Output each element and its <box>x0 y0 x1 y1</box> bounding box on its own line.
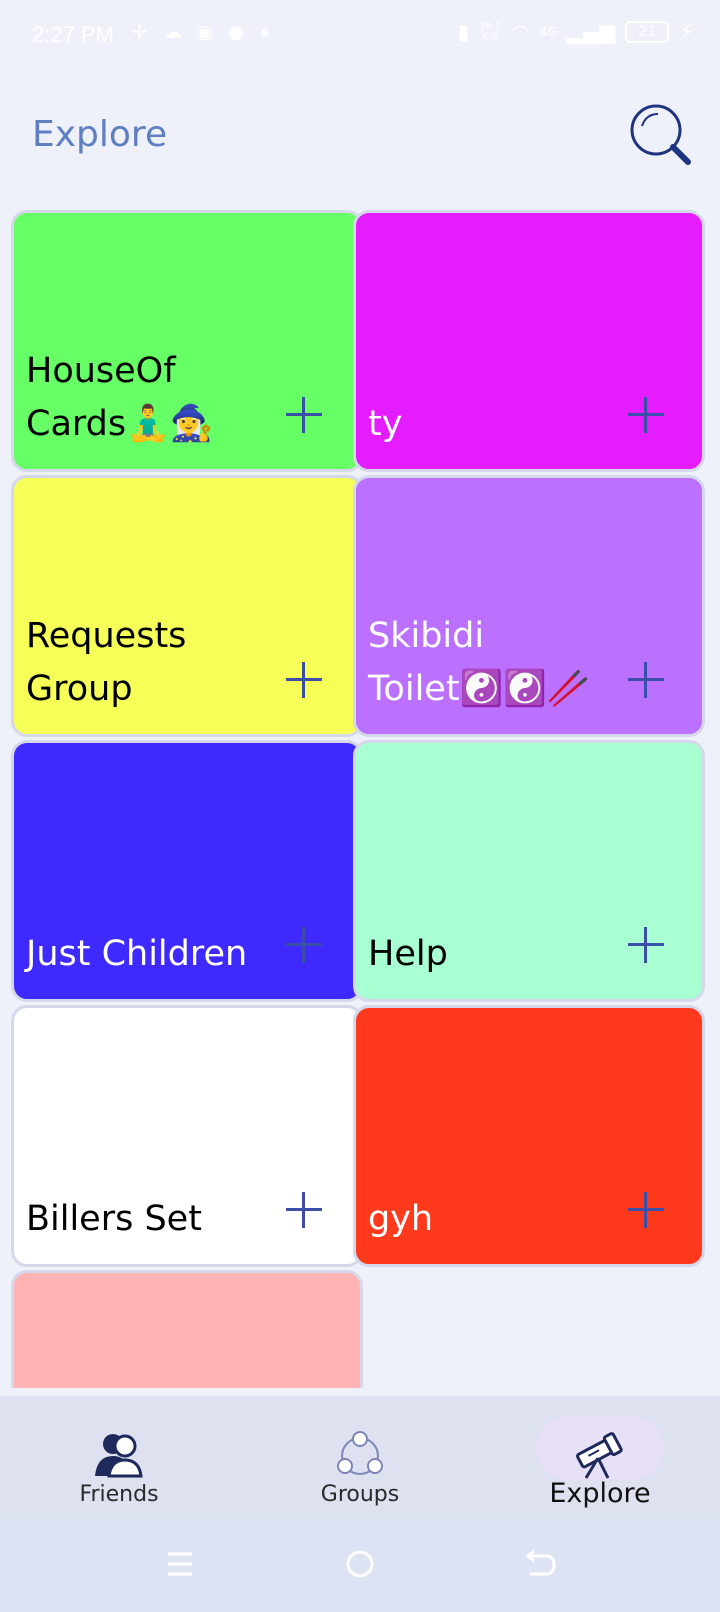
home-button[interactable] <box>340 1544 380 1584</box>
group-card[interactable]: ty <box>353 210 705 472</box>
add-group-icon[interactable] <box>628 662 664 698</box>
nav-label-explore: Explore <box>549 1478 651 1509</box>
group-card[interactable]: HouseOf Cards🧘‍♂️🧙‍♀️ <box>11 210 363 472</box>
group-title: Requests Group <box>26 616 187 709</box>
group-card[interactable]: Help <box>353 740 705 1002</box>
nav-label-friends: Friends <box>79 1482 159 1507</box>
group-card[interactable]: Billers Set <box>11 1005 363 1267</box>
add-group-icon[interactable] <box>286 1192 322 1228</box>
back-icon <box>525 1549 556 1576</box>
group-title: HouseOf Cards🧘‍♂️🧙‍♀️ <box>26 351 214 444</box>
add-group-icon[interactable] <box>628 397 664 433</box>
group-title: Help <box>368 934 448 974</box>
menu-icon <box>168 1552 192 1576</box>
status-bar: 2:27 PM ✢ ☁ ▣ ● ● ▮ 36.7 K/S ◠ 4G ▂▄▆ 21… <box>0 0 720 72</box>
status-right: ▮ 36.7 K/S ◠ 4G ▂▄▆ 21 ⚡ <box>458 20 694 44</box>
friends-icon <box>95 1434 143 1478</box>
home-icon <box>346 1550 374 1578</box>
menu-button[interactable] <box>160 1544 200 1584</box>
telescope-icon <box>576 1432 623 1479</box>
header: Explore <box>0 96 720 176</box>
signal-icon: ▂▄▆ <box>566 20 616 44</box>
speed-value: 36.7 <box>479 21 502 32</box>
nav-label-groups: Groups <box>320 1482 400 1507</box>
notification-icons: ✢ ☁ ▣ ● ● <box>132 24 280 42</box>
group-card[interactable]: Just Children <box>11 740 363 1002</box>
add-group-icon[interactable] <box>286 927 322 963</box>
back-button[interactable] <box>520 1544 560 1584</box>
add-group-icon[interactable] <box>628 927 664 963</box>
fan-icon: ✢ <box>132 22 148 43</box>
page-title: Explore <box>32 114 168 155</box>
search-button[interactable] <box>628 102 694 168</box>
bottom-nav: Friends Groups Explore <box>0 1396 720 1516</box>
dot-icon: ● <box>260 27 269 38</box>
chat-icon: ● <box>228 22 244 43</box>
group-card[interactable] <box>11 1270 363 1388</box>
groups-grid: HouseOf Cards🧘‍♂️🧙‍♀️ ty Requests Group … <box>0 210 720 1388</box>
wifi-icon: ◠ <box>511 20 530 44</box>
battery-indicator: 21 <box>625 21 670 43</box>
nav-item-groups[interactable]: Groups <box>270 1396 450 1516</box>
group-card[interactable]: Requests Group <box>11 475 363 737</box>
system-nav-bar <box>0 1516 720 1612</box>
group-title: Skibidi Toilet☯️☯️🥢 <box>368 616 591 709</box>
nav-item-friends[interactable]: Friends <box>29 1396 209 1516</box>
group-title: Billers Set <box>26 1199 202 1239</box>
status-time: 2:27 PM <box>32 22 114 47</box>
speed-unit: K/S <box>482 32 499 43</box>
network-speed: 36.7 K/S <box>479 21 501 43</box>
group-title: Just Children <box>26 934 248 974</box>
nav-item-explore[interactable]: Explore <box>510 1396 690 1516</box>
group-title: gyh <box>368 1199 434 1239</box>
charging-icon: ⚡ <box>679 20 694 44</box>
vibrate-icon: ▮ <box>457 20 470 44</box>
group-card[interactable]: gyh <box>353 1005 705 1267</box>
add-group-icon[interactable] <box>286 662 322 698</box>
network-type: 4G <box>539 25 557 39</box>
search-icon <box>630 104 691 165</box>
groups-icon <box>337 1431 383 1475</box>
group-card[interactable]: Skibidi Toilet☯️☯️🥢 <box>353 475 705 737</box>
outlook-icon: ▣ <box>196 22 214 43</box>
add-group-icon[interactable] <box>286 397 322 433</box>
add-group-icon[interactable] <box>628 1192 664 1228</box>
cloud-icon: ☁ <box>164 22 182 43</box>
group-title: ty <box>368 404 403 444</box>
